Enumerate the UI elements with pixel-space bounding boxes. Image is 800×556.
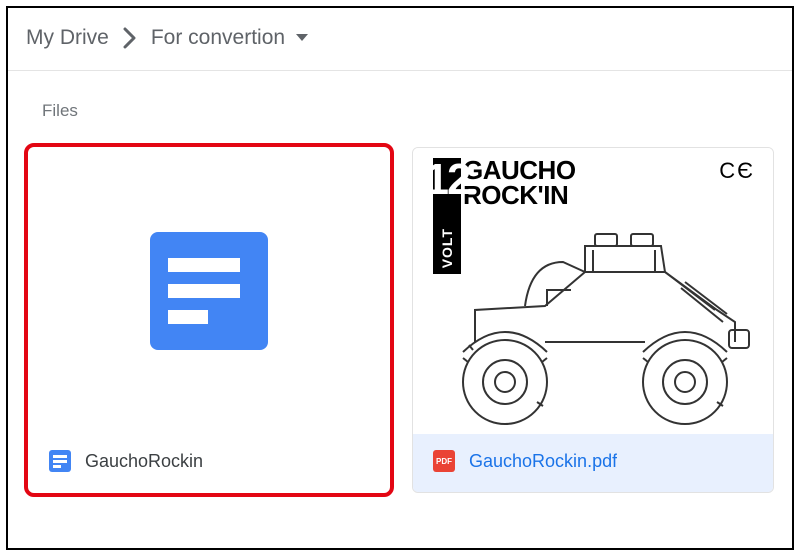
file-name: GauchoRockin — [85, 451, 203, 472]
chevron-right-icon — [123, 27, 137, 49]
pdf-thumbnail: 12 VOLT GAUCHO ROCK'IN CЄ — [425, 158, 761, 426]
breadcrumb-current-folder[interactable]: For convertion — [151, 26, 309, 50]
files-grid: GauchoRockin 12 VOLT GAUCHO ROCK'IN — [8, 133, 792, 493]
google-doc-icon — [49, 450, 71, 472]
file-footer: PDF GauchoRockin.pdf — [413, 434, 773, 492]
ce-mark: CЄ — [719, 158, 755, 184]
breadcrumb-root[interactable]: My Drive — [26, 26, 109, 50]
breadcrumb: My Drive For convertion — [8, 8, 792, 71]
volt-number: 12 — [425, 160, 470, 200]
file-preview: 12 VOLT GAUCHO ROCK'IN CЄ — [413, 148, 773, 434]
pdf-icon: PDF — [433, 450, 455, 472]
breadcrumb-current-label: For convertion — [151, 26, 285, 50]
file-name: GauchoRockin.pdf — [469, 451, 617, 472]
file-preview — [29, 148, 389, 434]
google-doc-icon — [150, 232, 268, 350]
file-card-pdf[interactable]: 12 VOLT GAUCHO ROCK'IN CЄ — [412, 147, 774, 493]
file-card-doc[interactable]: GauchoRockin — [28, 147, 390, 493]
drive-window: My Drive For convertion Files — [6, 6, 794, 550]
section-label-files: Files — [8, 71, 792, 133]
dropdown-triangle-icon — [295, 33, 309, 43]
vehicle-illustration — [435, 202, 765, 432]
file-footer: GauchoRockin — [29, 434, 389, 492]
pdf-title-line1: GAUCHO — [463, 158, 576, 183]
